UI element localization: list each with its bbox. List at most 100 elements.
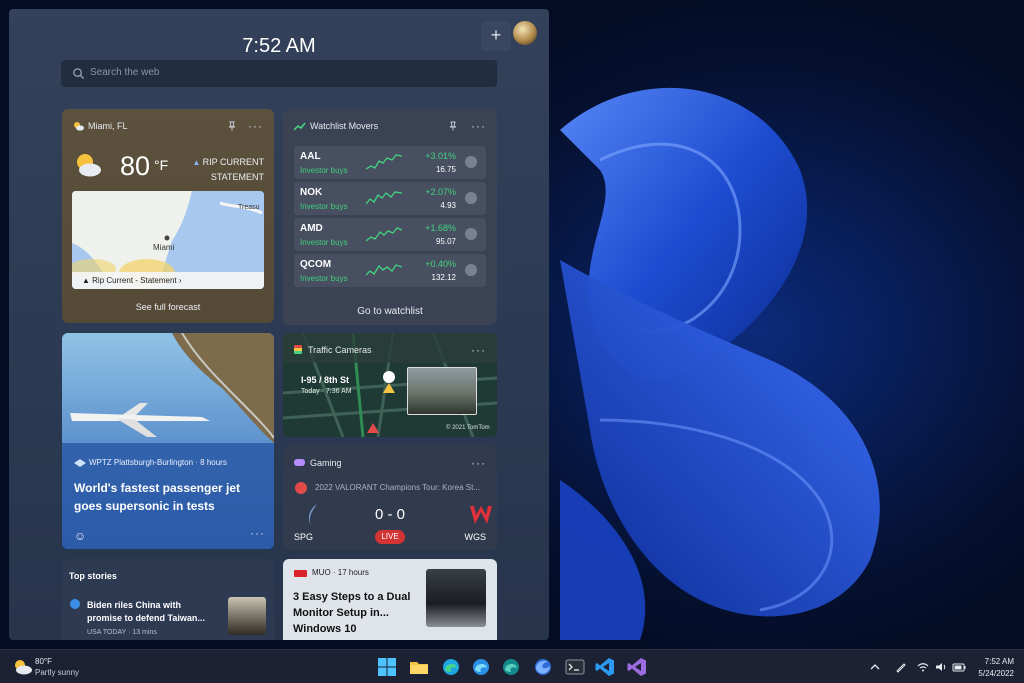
checkmark-icon[interactable] xyxy=(465,264,477,276)
checkmark-icon[interactable] xyxy=(465,228,477,240)
team-left: SPG xyxy=(294,532,314,542)
weather-location: Miami, FL xyxy=(88,121,128,131)
partly-sunny-icon xyxy=(74,122,84,131)
stock-price: 4.93 xyxy=(440,201,456,210)
sparkline xyxy=(366,154,402,170)
stock-ticker: AAL xyxy=(300,151,321,162)
traffic-time: Today · 7:36 AM xyxy=(301,388,352,395)
news-card[interactable]: WPTZ Plattsburgh-Burlington · 8 hours Wo… xyxy=(62,333,274,549)
gaming-title: Gaming xyxy=(310,458,342,468)
taskbar-clock[interactable]: 7:52 AM 5/24/2022 xyxy=(978,656,1014,680)
more-options-icon[interactable]: ··· xyxy=(248,119,263,133)
weather-card[interactable]: Miami, FL ··· 80 °F ▲ RIP CURRENT STATEME… xyxy=(62,109,274,323)
top-stories-title: Top stories xyxy=(69,571,117,581)
reaction-icon[interactable]: ☺ xyxy=(74,529,86,543)
match-title[interactable]: 2022 VALORANT Champions Tour: Korea St..… xyxy=(315,483,490,492)
gamepad-icon xyxy=(294,459,305,466)
firefox-icon[interactable] xyxy=(532,656,554,678)
stock-price: 132.12 xyxy=(431,273,456,282)
stock-row[interactable]: AMD Investor buys +1.68% 95.07 xyxy=(294,218,486,251)
more-options-icon[interactable]: ··· xyxy=(471,456,486,470)
map-city-label: Miami xyxy=(153,243,175,252)
partly-sunny-large-icon xyxy=(77,154,101,177)
checkmark-icon[interactable] xyxy=(465,156,477,168)
see-full-forecast-link[interactable]: See full forecast xyxy=(62,302,274,312)
team-right: WGS xyxy=(464,532,487,542)
visual-studio-icon[interactable] xyxy=(626,656,648,678)
stock-row[interactable]: AAL Investor buys +3.01% 16.75 xyxy=(294,146,486,179)
traffic-camera-icon xyxy=(294,345,302,354)
volume-icon[interactable] xyxy=(934,660,948,674)
vscode-icon[interactable] xyxy=(594,656,616,678)
more-options-icon[interactable]: ··· xyxy=(471,343,486,357)
muo-card[interactable]: MUO · 17 hours 3 Easy Steps to a Dual Mo… xyxy=(283,559,497,640)
terminal-icon[interactable] xyxy=(564,656,586,678)
warning-icon: ▲ xyxy=(192,158,203,167)
valorant-icon xyxy=(295,482,307,494)
story-thumbnail[interactable] xyxy=(228,597,266,635)
stock-change: +0.40% xyxy=(425,259,456,269)
stock-change: +2.07% xyxy=(425,187,456,197)
stock-price: 95.07 xyxy=(435,237,456,246)
edge-icon[interactable] xyxy=(440,656,462,678)
camera-thumbnail[interactable] xyxy=(407,367,477,415)
more-options-icon[interactable]: ··· xyxy=(250,526,265,540)
partly-sunny-icon[interactable] xyxy=(12,658,32,676)
panel-clock: 7:52 AM xyxy=(242,35,316,57)
top-stories-card[interactable]: Top stories Biden riles China with promi… xyxy=(62,559,274,640)
file-explorer-icon[interactable] xyxy=(408,656,430,678)
traffic-location: I-95 / 8th St xyxy=(301,375,350,385)
story-source: USA TODAY · 13 mins xyxy=(87,629,157,636)
map-place-label: Treasu xyxy=(238,204,260,211)
stocks-icon xyxy=(294,122,306,131)
map-copyright: © 2021 TomTom xyxy=(446,425,490,431)
avatar[interactable] xyxy=(513,21,537,45)
stock-ticker: AMD xyxy=(300,223,323,234)
taskbar-weather-desc[interactable]: Partly sunny xyxy=(35,668,79,677)
stock-row[interactable]: NOK Investor buys +2.07% 4.93 xyxy=(294,182,486,215)
muo-headline[interactable]: 3 Easy Steps to a Dual Monitor Setup in.… xyxy=(293,589,421,637)
stock-row[interactable]: QCOM Investor buys +0.40% 132.12 xyxy=(294,254,486,287)
stock-label: Investor buys xyxy=(300,166,348,175)
watchlist-title: Watchlist Movers xyxy=(310,121,379,131)
traffic-card[interactable]: Traffic Cameras ··· I-95 / 8th St Today … xyxy=(283,333,497,437)
stock-label: Investor buys xyxy=(300,274,348,283)
story-headline[interactable]: Biden riles China with promise to defend… xyxy=(87,599,215,625)
edge-dev-icon[interactable] xyxy=(500,656,522,678)
news-headline[interactable]: World's fastest passenger jet goes super… xyxy=(74,479,264,515)
pen-icon[interactable] xyxy=(894,660,908,674)
widgets-panel: 7:52 AM + Search the web Miami, FL ··· 8… xyxy=(9,9,549,640)
watchlist-card[interactable]: Watchlist Movers ··· AAL Investor buys +… xyxy=(283,109,497,325)
weather-map[interactable]: Miami Treasu ▲ Rip Current - Statement › xyxy=(72,191,264,289)
gaming-card[interactable]: Gaming ··· 2022 VALORANT Champions Tour:… xyxy=(283,446,497,550)
edge-beta-icon[interactable] xyxy=(470,656,492,678)
pin-icon[interactable] xyxy=(227,121,237,131)
more-options-icon[interactable]: ··· xyxy=(471,119,486,133)
battery-icon[interactable] xyxy=(952,660,966,674)
search-placeholder: Search the web xyxy=(90,67,160,78)
chevron-up-icon[interactable] xyxy=(868,660,882,674)
muo-thumbnail[interactable] xyxy=(426,569,486,627)
go-to-watchlist-link[interactable]: Go to watchlist xyxy=(283,306,497,317)
checkmark-icon[interactable] xyxy=(465,192,477,204)
live-badge: LIVE xyxy=(375,530,405,544)
taskbar: 80°F Partly sunny 7:52 AM 5/24/2022 xyxy=(0,649,1024,683)
match-score: 0 - 0 xyxy=(374,506,405,523)
taskbar-weather-temp[interactable]: 80°F xyxy=(35,657,52,666)
wifi-icon[interactable] xyxy=(916,660,930,674)
start-icon[interactable] xyxy=(376,656,398,678)
add-widget-button[interactable]: + xyxy=(481,21,511,51)
taskbar-time: 7:52 AM xyxy=(984,657,1014,666)
rip-current-alert[interactable]: ▲ RIP CURRENT STATEMENT xyxy=(174,155,264,184)
pin-icon[interactable] xyxy=(448,121,458,131)
map-alert-bar[interactable]: ▲ Rip Current - Statement › xyxy=(72,272,264,289)
muo-source: MUO · 17 hours xyxy=(312,568,369,577)
temperature: 80 °F xyxy=(120,151,169,181)
traffic-title: Traffic Cameras xyxy=(308,345,372,355)
search-input[interactable]: Search the web xyxy=(61,60,497,87)
sparkline xyxy=(366,227,402,242)
news-photo xyxy=(62,333,274,549)
source-logo-icon xyxy=(70,599,80,609)
search-icon xyxy=(73,68,85,80)
stock-change: +3.01% xyxy=(425,151,456,161)
